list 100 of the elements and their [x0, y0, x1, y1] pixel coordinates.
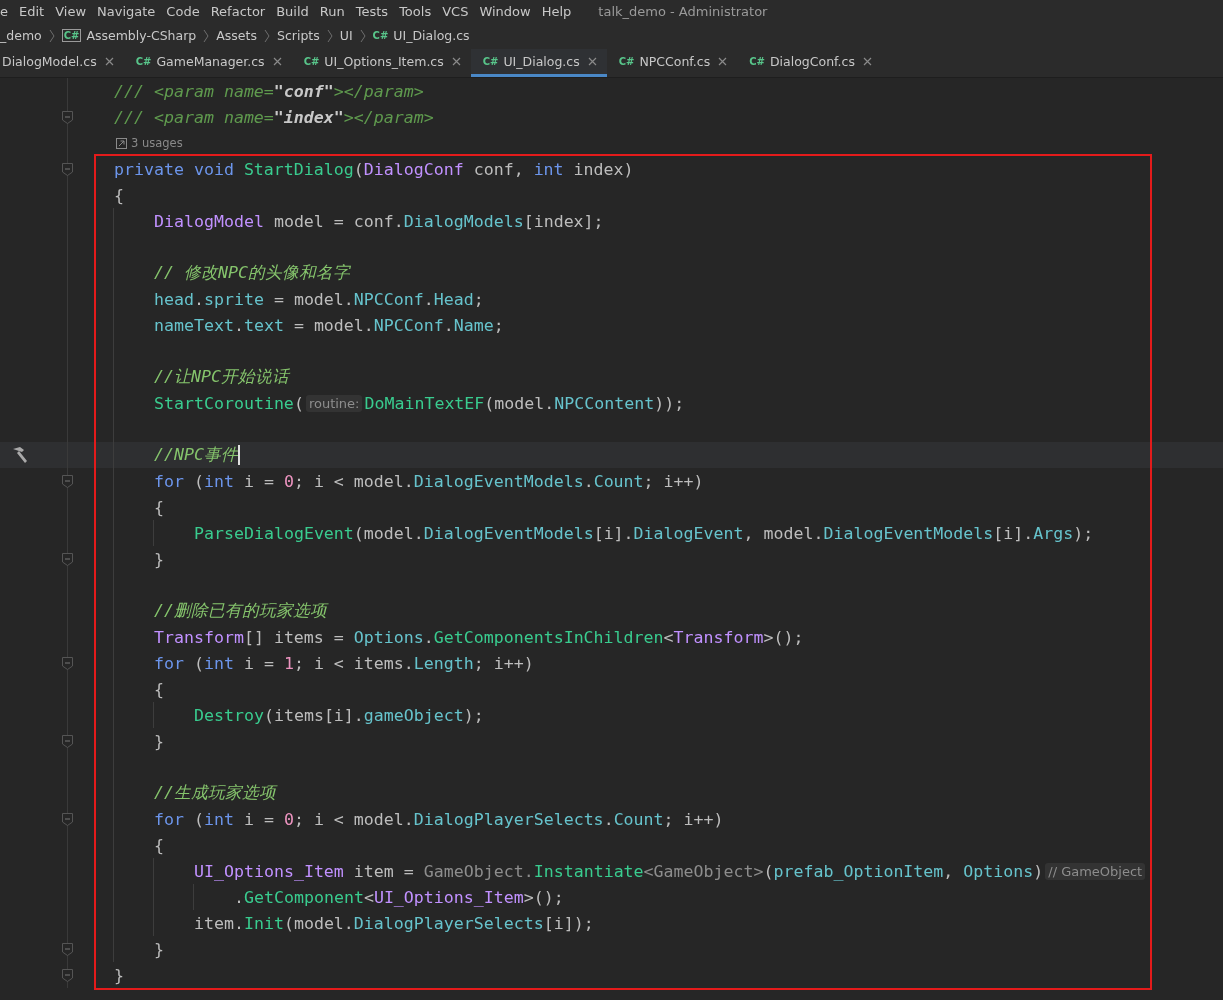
member-name: DialogEvent	[633, 523, 744, 543]
menu-item[interactable]: Window	[479, 3, 538, 19]
fold-marker-icon[interactable]	[62, 812, 73, 826]
method-name: StartCoroutine	[154, 393, 294, 413]
chevron-icon	[326, 28, 333, 43]
breadcrumb-item[interactable]: UI	[339, 28, 353, 43]
member-name: text	[243, 315, 284, 335]
menu-item[interactable]: Help	[541, 3, 579, 19]
menu-item[interactable]: Run	[319, 3, 352, 19]
window-title: talk_demo - Administrator	[598, 3, 768, 19]
code-text: ;	[473, 289, 484, 309]
fold-marker-icon[interactable]	[62, 734, 73, 748]
code-text: .	[443, 315, 454, 335]
member-name: Head	[433, 289, 474, 309]
csharp-file-icon: C#	[482, 56, 499, 67]
doc-comment: ></param>	[343, 107, 434, 127]
code-text: .	[233, 315, 244, 335]
fold-marker-icon[interactable]	[62, 552, 73, 566]
close-icon[interactable]	[272, 57, 282, 66]
keyword: for	[154, 471, 184, 491]
code-text: }	[154, 939, 164, 959]
code-text: (	[192, 653, 204, 673]
fold-marker-icon[interactable]	[62, 110, 73, 124]
close-icon[interactable]	[451, 57, 461, 66]
menu-item[interactable]: Navigate	[97, 3, 163, 19]
number-literal: 0	[283, 471, 294, 491]
chevron-icon	[203, 28, 210, 43]
type-name: Transform	[673, 627, 764, 647]
doc-comment: ///	[114, 81, 145, 101]
type-name: Transform	[154, 627, 244, 647]
menu-item[interactable]: Tests	[355, 3, 396, 19]
member-name: sprite	[203, 289, 264, 309]
file-tab[interactable]: C# NPCConf.cs	[606, 49, 738, 77]
code-text: >();	[763, 627, 804, 647]
member-name: gameObject	[363, 705, 464, 725]
fold-marker-icon[interactable]	[62, 968, 73, 982]
method-name: StartDialog	[243, 159, 354, 179]
doc-comment: <param name=	[153, 81, 274, 101]
menu-item[interactable]: Edit	[19, 3, 52, 19]
menu-item[interactable]: Code	[166, 3, 207, 19]
member-name: nameText	[154, 315, 234, 335]
type-name: UI_Options_Item	[194, 861, 344, 881]
code-text: ; i < model.	[293, 471, 414, 491]
menu-item[interactable]: Refactor	[210, 3, 273, 19]
close-icon[interactable]	[587, 57, 597, 66]
method-name: Instantiate	[533, 861, 644, 881]
close-icon[interactable]	[104, 57, 114, 66]
code-text: .	[423, 289, 434, 309]
member-name: Count	[593, 471, 644, 491]
file-tab[interactable]: C# DialogConf.cs	[737, 49, 882, 77]
breadcrumb-item[interactable]: Assets	[216, 28, 257, 43]
code-text: (	[192, 471, 204, 491]
member-name: DialogEventModels	[423, 523, 594, 543]
close-icon[interactable]	[862, 57, 872, 66]
breadcrumb-item[interactable]: _demo	[0, 28, 42, 43]
code-text: <	[663, 627, 674, 647]
fold-marker-icon[interactable]	[62, 656, 73, 670]
code-text: (	[353, 159, 364, 179]
breadcrumb-item[interactable]: Assembly-CSharp	[86, 28, 197, 43]
menu-item[interactable]: VCS	[442, 3, 476, 19]
fold-marker-icon[interactable]	[62, 162, 73, 176]
fold-marker-icon[interactable]	[62, 474, 73, 488]
csharp-file-icon: C#	[135, 56, 152, 67]
breadcrumb-item[interactable]: UI_Dialog.cs	[393, 28, 470, 43]
menu-item[interactable]: Build	[276, 3, 316, 19]
file-tab[interactable]: C# UI_Dialog.cs	[470, 49, 607, 77]
code-text: ));	[654, 393, 685, 413]
code-text: .	[193, 289, 204, 309]
type-name: DialogModel	[154, 211, 264, 231]
menu-item[interactable]: Tools	[399, 3, 439, 19]
csharp-file-icon: C#	[749, 56, 765, 67]
breadcrumb-item[interactable]: Scripts	[276, 28, 320, 43]
member-name: DialogEventModels	[823, 523, 994, 543]
code-text: .	[234, 887, 244, 907]
chevron-icon	[263, 28, 270, 43]
code-text: ; i < model.	[293, 809, 414, 829]
member-name: DialogPlayerSelects	[413, 809, 604, 829]
code-text: = model.	[272, 289, 354, 309]
inferred-type: GameObject.	[423, 861, 534, 881]
code-text: }	[154, 731, 164, 751]
menu-item[interactable]: e	[0, 3, 15, 19]
fold-marker-icon[interactable]	[62, 942, 73, 956]
number-literal: 1	[283, 653, 294, 673]
doc-comment: ></param>	[333, 81, 424, 101]
code-text: i =	[242, 809, 275, 829]
usages-hint[interactable]: 3 usages	[131, 136, 183, 150]
keyword: for	[154, 809, 184, 829]
arrow-box-icon	[116, 137, 127, 149]
code-text: (model.	[484, 393, 555, 413]
file-tab[interactable]: C# GameManager.cs	[123, 49, 292, 77]
close-icon[interactable]	[718, 57, 728, 66]
menu-item[interactable]: View	[55, 3, 94, 19]
file-tab[interactable]: C# UI_Options_Item.cs	[291, 49, 471, 77]
file-tab[interactable]: DialogModel.cs	[0, 49, 124, 77]
inferred-type: <GameObject>	[643, 861, 764, 881]
code-text: .	[603, 809, 614, 829]
csharp-file-icon: C#	[372, 30, 389, 41]
doc-value: "conf"	[273, 81, 334, 101]
code-text: {	[154, 835, 164, 855]
code-text: item.	[194, 913, 244, 933]
